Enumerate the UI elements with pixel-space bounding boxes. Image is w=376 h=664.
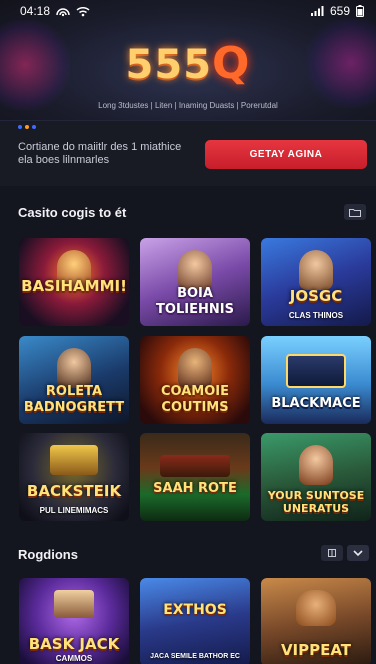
status-left: 04:18 <box>20 4 90 18</box>
game-tile[interactable]: COAMOIE COUTIMS <box>140 336 250 424</box>
game-art <box>299 250 333 290</box>
battery-level: 659 <box>329 4 350 18</box>
game-title: BLACKMACE <box>271 396 361 411</box>
game-title: BASIHAMMI! <box>21 277 127 295</box>
game-art <box>178 348 212 388</box>
promo-text: Cortiane do maiitlr des 1 miathice ela b… <box>18 141 182 166</box>
game-tile[interactable]: YOUR SUNTOSE UNERATUS <box>261 433 371 521</box>
signal-dots-icon <box>56 8 70 17</box>
carousel-dot[interactable] <box>25 125 29 129</box>
wifi-icon <box>76 6 90 17</box>
game-tile[interactable]: VIPPEAT <box>261 578 371 664</box>
status-bar: 04:18 659 <box>0 0 376 22</box>
game-title: BOIA TOLIEHNIS <box>156 286 234 317</box>
game-tile[interactable]: BASIHAMMI! <box>19 238 129 326</box>
filter-icon[interactable] <box>321 545 343 561</box>
game-tile[interactable]: BOIA TOLIEHNIS <box>140 238 250 326</box>
game-subtitle: CLAS THINOS <box>288 311 344 320</box>
game-title: ROLETA BADNOGRETT <box>23 384 125 415</box>
game-tile[interactable]: JOSGC CLAS THINOS <box>261 238 371 326</box>
game-tile[interactable]: EXTHOS JACA SEMILE BATHOR EC <box>140 578 250 664</box>
chevron-down-icon[interactable] <box>347 545 369 561</box>
section-title-casino: Casito cogis to ét <box>18 205 127 220</box>
cell-signal-icon <box>310 6 324 16</box>
game-art <box>54 590 94 618</box>
game-art <box>296 590 336 626</box>
battery-icon <box>356 5 364 17</box>
game-title: COAMOIE COUTIMS <box>160 384 229 415</box>
game-art <box>286 354 346 388</box>
logo-number: 555 <box>125 42 213 88</box>
status-right: 659 <box>310 4 364 18</box>
status-time: 04:18 <box>20 4 51 18</box>
brand-logo[interactable]: 555Q <box>0 38 376 89</box>
cta-button[interactable]: GETAY AGINA <box>205 140 367 169</box>
game-title: BACKSTEIK <box>26 482 122 500</box>
game-tile[interactable]: BASK JACK CAMMOS <box>19 578 129 664</box>
game-art <box>50 445 98 475</box>
game-tile[interactable]: SAAH ROTE <box>140 433 250 521</box>
game-title: SAAH ROTE <box>153 481 237 496</box>
carousel-dot[interactable] <box>32 125 36 129</box>
game-tile[interactable]: BLACKMACE <box>261 336 371 424</box>
carousel-dot[interactable] <box>18 125 22 129</box>
game-art <box>57 348 91 388</box>
folder-icon[interactable] <box>344 204 366 220</box>
game-art <box>299 445 333 485</box>
hero-nav-links[interactable]: Long 3tdustes | Liten | Inaming Duasts |… <box>0 101 376 110</box>
game-title: EXTHOS <box>163 602 227 618</box>
game-tile[interactable]: ROLETA BADNOGRETT <box>19 336 129 424</box>
game-subtitle: JACA SEMILE BATHOR EC <box>150 653 240 660</box>
game-title: YOUR SUNTOSE UNERATUS <box>267 489 365 515</box>
game-title: BASK JACK <box>28 635 120 653</box>
game-title: VIPPEAT <box>280 641 352 659</box>
game-art <box>160 455 230 477</box>
game-subtitle: PUL LINEMIMACS <box>39 506 109 515</box>
logo-letter: Q <box>212 38 251 89</box>
game-tile[interactable]: BACKSTEIK PUL LINEMIMACS <box>19 433 129 521</box>
game-title: JOSGC <box>289 287 343 305</box>
game-art <box>178 250 212 290</box>
carousel-dots[interactable] <box>18 125 36 129</box>
section-title-regions: Rogdions <box>18 547 78 562</box>
game-subtitle: CAMMOS <box>55 654 93 663</box>
